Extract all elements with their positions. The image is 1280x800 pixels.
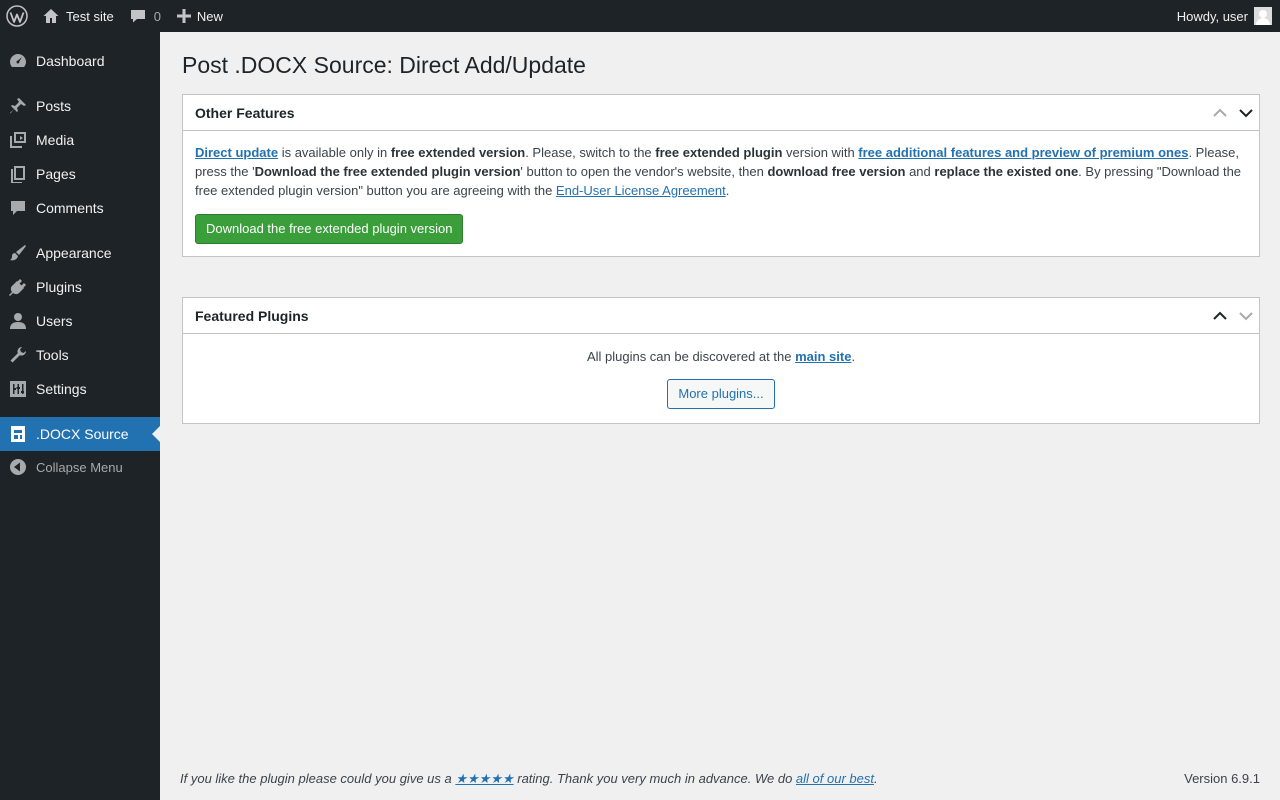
move-down-button[interactable] (1233, 298, 1259, 334)
sidebar-item-label: Dashboard (36, 53, 105, 69)
text-fragment: rating. Thank you very much in advance. … (513, 771, 796, 786)
dashboard-icon (10, 54, 26, 67)
sidebar-item-docx-source[interactable]: .DOCX Source (0, 417, 160, 451)
my-account-link[interactable]: Howdy, user (1177, 0, 1272, 32)
bold-text: Download the free extended plugin versio… (254, 164, 521, 179)
sidebar-item-label: Comments (36, 200, 104, 216)
features-link[interactable]: free additional features and preview of … (858, 145, 1188, 160)
featured-plugins-panel: Featured Plugins All plugins can be disc… (182, 297, 1260, 424)
comment-icon (11, 201, 25, 215)
site-name-link[interactable]: Test site (34, 0, 122, 32)
main-site-link[interactable]: main site (795, 349, 851, 364)
plugin-icon (9, 279, 26, 296)
text-fragment: . (873, 771, 878, 786)
eula-link[interactable]: End-User License Agreement (556, 183, 726, 198)
sidebar-item-label: Settings (36, 381, 87, 397)
footer-version: Version 6.9.1 (1184, 771, 1260, 786)
sidebar-item-media[interactable]: Media (0, 123, 160, 157)
comment-icon (130, 10, 145, 23)
featured-plugins-header: Featured Plugins (183, 298, 1259, 334)
other-features-panel: Other Features Direct update is availabl… (182, 94, 1260, 257)
bold-text: free extended plugin (655, 145, 783, 160)
sidebar-item-label: Media (36, 132, 75, 148)
more-plugins-button[interactable]: More plugins... (667, 379, 775, 409)
user-icon (10, 313, 26, 329)
main-content: Post .DOCX Source: Direct Add/Update Oth… (182, 32, 1260, 424)
wrench-icon (10, 346, 27, 363)
other-features-header: Other Features (183, 95, 1259, 131)
pin-icon (10, 98, 26, 114)
other-features-text: Direct update is available only in free … (195, 143, 1247, 200)
admin-bar: Test site 0 New Howdy, user (0, 0, 1280, 32)
sidebar-item-label: Appearance (36, 245, 112, 261)
admin-sidebar: Dashboard Posts Media Pages Comments App… (0, 32, 160, 800)
greeting-label: Howdy, user (1176, 8, 1248, 24)
move-up-button[interactable] (1207, 95, 1233, 131)
sidebar-item-label: Posts (36, 98, 72, 114)
sidebar-item-label: Plugins (36, 279, 82, 295)
brush-icon (10, 245, 26, 261)
sidebar-item-comments[interactable]: Comments (0, 191, 160, 225)
plus-icon (176, 9, 191, 23)
footer: If you like the plugin please could you … (180, 771, 1260, 791)
sidebar-item-label: Users (36, 313, 73, 329)
sidebar-item-users[interactable]: Users (0, 304, 160, 338)
rating-stars-link[interactable]: ★★★★★ (455, 771, 513, 786)
sidebar-item-appearance[interactable]: Appearance (0, 236, 160, 270)
sidebar-item-tools[interactable]: Tools (0, 338, 160, 372)
home-icon (43, 9, 59, 23)
sidebar-item-label: Tools (36, 347, 69, 363)
text-fragment: ' button to open the vendor's website, t… (520, 164, 768, 179)
text-fragment: . (851, 349, 856, 364)
comments-count: 0 (153, 8, 161, 24)
text-fragment: and (905, 164, 935, 179)
avatar (1254, 7, 1272, 25)
page-title: Post .DOCX Source: Direct Add/Update (182, 52, 586, 78)
site-name-label: Test site (66, 8, 114, 24)
text-fragment: is available only in (278, 145, 391, 160)
footer-rating-text: If you like the plugin please could you … (180, 771, 878, 787)
sidebar-item-dashboard[interactable]: Dashboard (0, 44, 160, 78)
sidebar-item-label: Pages (36, 166, 76, 182)
new-content-link[interactable]: New (169, 0, 231, 32)
move-up-button[interactable] (1207, 298, 1233, 334)
featured-plugins-text: All plugins can be discovered at the mai… (195, 347, 1247, 366)
collapse-arrow-icon (10, 459, 26, 475)
bold-text: download free version (767, 164, 906, 179)
sidebar-item-pages[interactable]: Pages (0, 157, 160, 191)
comments-link[interactable]: 0 (122, 0, 169, 32)
panel-title: Featured Plugins (195, 307, 309, 324)
direct-update-link[interactable]: Direct update (195, 145, 278, 160)
collapse-menu-label: Collapse Menu (36, 459, 123, 475)
text-fragment: version with (782, 145, 859, 160)
text-fragment: . Please, switch to the (525, 145, 656, 160)
sidebar-item-settings[interactable]: Settings (0, 372, 160, 406)
sidebar-item-posts[interactable]: Posts (0, 89, 160, 123)
download-extended-button[interactable]: Download the free extended plugin versio… (195, 214, 464, 244)
chevron-down-icon (1239, 109, 1253, 118)
toggle-panel-button[interactable] (1233, 95, 1259, 131)
text-fragment: All plugins can be discovered at the (586, 349, 796, 364)
new-label: New (196, 8, 223, 24)
bold-text: free extended version (390, 145, 526, 160)
chevron-up-icon (1213, 311, 1227, 320)
text-fragment: If you like the plugin please could you … (180, 771, 456, 786)
text-fragment: . (725, 183, 730, 198)
docx-icon (11, 426, 25, 442)
panel-title: Other Features (195, 104, 295, 121)
sidebar-item-plugins[interactable]: Plugins (0, 270, 160, 304)
collapse-menu-button[interactable]: Collapse Menu (0, 450, 160, 484)
pages-icon (11, 166, 25, 183)
all-of-our-best-link[interactable]: all of our best (796, 771, 874, 786)
other-features-body: Direct update is available only in free … (183, 131, 1259, 256)
featured-plugins-body: All plugins can be discovered at the mai… (183, 334, 1259, 423)
sidebar-item-label: .DOCX Source (36, 426, 129, 442)
bold-text: replace the existed one (934, 164, 1079, 179)
media-icon (10, 132, 26, 148)
wordpress-logo-icon[interactable] (0, 0, 34, 32)
chevron-up-icon (1213, 108, 1227, 117)
sliders-icon (10, 381, 26, 397)
chevron-down-icon (1239, 312, 1253, 321)
